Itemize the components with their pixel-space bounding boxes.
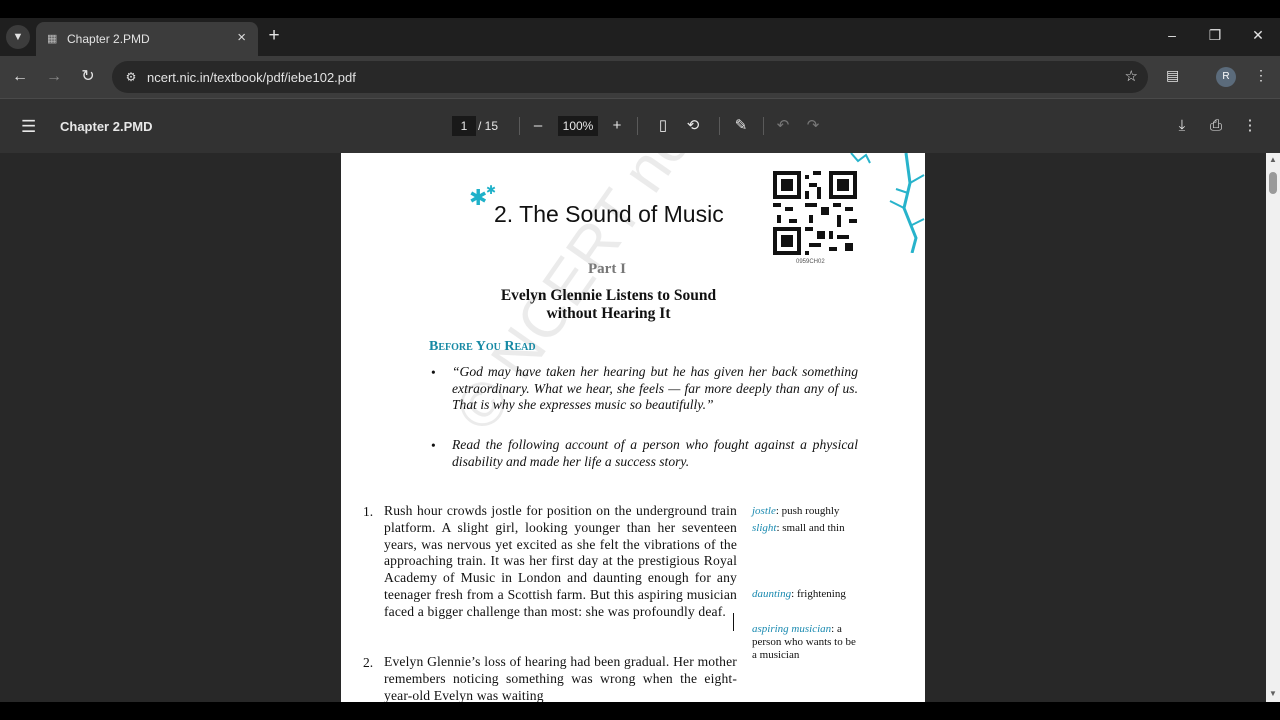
before-you-read-heading: Before You Read <box>429 339 536 354</box>
scrollbar-track[interactable] <box>1266 153 1280 702</box>
more-options-icon[interactable]: ⋮ <box>1240 116 1260 136</box>
profile-avatar[interactable]: R <box>1216 67 1236 87</box>
glossary-entry: slight: small and thin <box>752 522 845 534</box>
flake-icon: ✱ <box>469 185 488 210</box>
redo-icon[interactable]: ↷ <box>803 116 823 136</box>
url-text[interactable]: ncert.nic.in/textbook/pdf/iebe102.pdf <box>147 70 356 85</box>
glossary-entry: jostle: push roughly <box>752 505 840 517</box>
divider <box>719 117 720 135</box>
restore-icon[interactable]: ❐ <box>1205 27 1225 44</box>
divider <box>519 117 520 135</box>
zoom-input[interactable]: 100% <box>558 116 598 136</box>
rotate-icon[interactable]: ⟲ <box>683 116 703 136</box>
reload-icon[interactable]: ↻ <box>78 67 98 87</box>
scroll-down-arrow-icon[interactable]: ▼ <box>1266 688 1280 700</box>
hamburger-menu-icon[interactable]: ☰ <box>21 117 36 137</box>
zoom-in-icon[interactable]: + <box>607 116 627 136</box>
paragraph-number: 2. <box>363 655 374 670</box>
close-tab-icon[interactable]: × <box>237 29 246 46</box>
close-window-icon[interactable]: ✕ <box>1248 27 1268 44</box>
top-letterbox <box>0 0 1280 18</box>
forward-icon[interactable]: → <box>44 67 64 87</box>
bullet-text-2: Read the following account of a person w… <box>452 437 858 469</box>
qr-code <box>773 171 857 255</box>
divider <box>763 117 764 135</box>
pdf-page: © NCERT not to be republished ✱ ✱ 2. The… <box>341 153 925 702</box>
paragraph-number: 1. <box>363 504 374 519</box>
tab-title: Chapter 2.PMD <box>67 32 150 46</box>
subtitle-line-1: Evelyn Glennie Listens to Sound <box>500 287 717 304</box>
flake-icon-small: ✱ <box>486 183 497 197</box>
glossary-entry: aspiring musician: a person who wants to… <box>752 623 856 661</box>
bullet-dot: • <box>431 438 436 453</box>
address-bar[interactable]: ⚙ ncert.nic.in/textbook/pdf/iebe102.pdf … <box>112 61 1148 93</box>
paragraph-2: Evelyn Glennie’s loss of hearing had bee… <box>384 654 737 702</box>
pdf-toolbar: ☰ Chapter 2.PMD 1 / 15 – 100% + ▯ ⟲ ✎ ↶ … <box>0 99 1280 153</box>
undo-icon[interactable]: ↶ <box>773 116 793 136</box>
download-icon[interactable]: ⤓ <box>1172 116 1192 136</box>
bottom-letterbox <box>0 702 1280 720</box>
text-cursor <box>733 613 734 631</box>
divider <box>637 117 638 135</box>
tab-strip: ▼ ▦ Chapter 2.PMD × + – ❐ ✕ <box>0 18 1280 56</box>
subtitle-line-2: without Hearing It <box>546 305 671 322</box>
chapter-title: 2. The Sound of Music <box>494 201 724 227</box>
decorative-corner <box>850 153 925 253</box>
new-tab-button[interactable]: + <box>264 26 284 46</box>
bullet-text-1: “God may have taken her hearing but he h… <box>452 364 858 413</box>
minimize-icon[interactable]: – <box>1162 27 1182 43</box>
bookmark-star-icon[interactable]: ☆ <box>1125 67 1138 85</box>
document-icon: ▦ <box>47 33 58 45</box>
page-number-input[interactable]: 1 <box>452 116 476 136</box>
glossary-entry: daunting: frightening <box>752 588 846 600</box>
page-total: / 15 <box>478 119 499 133</box>
site-info-icon[interactable]: ⚙ <box>121 67 141 87</box>
back-icon[interactable]: ← <box>10 67 30 87</box>
fit-page-icon[interactable]: ▯ <box>653 116 673 136</box>
zoom-out-icon[interactable]: – <box>528 116 548 136</box>
part-heading: Part I <box>588 261 626 277</box>
annotate-pen-icon[interactable]: ✎ <box>731 116 751 136</box>
pdf-title: Chapter 2.PMD <box>60 119 153 134</box>
qr-code-label: 0959CH02 <box>796 259 825 265</box>
active-tab[interactable]: ▦ Chapter 2.PMD × <box>36 22 258 56</box>
paragraph-1: Rush hour crowds jostle for position on … <box>384 503 737 619</box>
reading-mode-icon[interactable]: ▤ <box>1166 67 1179 84</box>
bullet-dot: • <box>431 365 436 380</box>
pdf-viewer[interactable]: © NCERT not to be republished ✱ ✱ 2. The… <box>0 153 1280 702</box>
scroll-up-arrow-icon[interactable]: ▲ <box>1266 154 1280 166</box>
tab-search-button[interactable]: ▼ <box>6 25 30 49</box>
browser-menu-icon[interactable]: ⋮ <box>1254 67 1268 84</box>
scrollbar-thumb[interactable] <box>1269 172 1277 194</box>
chevron-down-icon: ▼ <box>12 31 24 43</box>
browser-toolbar: ← → ↻ ⚙ ncert.nic.in/textbook/pdf/iebe10… <box>0 56 1280 98</box>
print-icon[interactable]: ⎙ <box>1206 116 1226 136</box>
